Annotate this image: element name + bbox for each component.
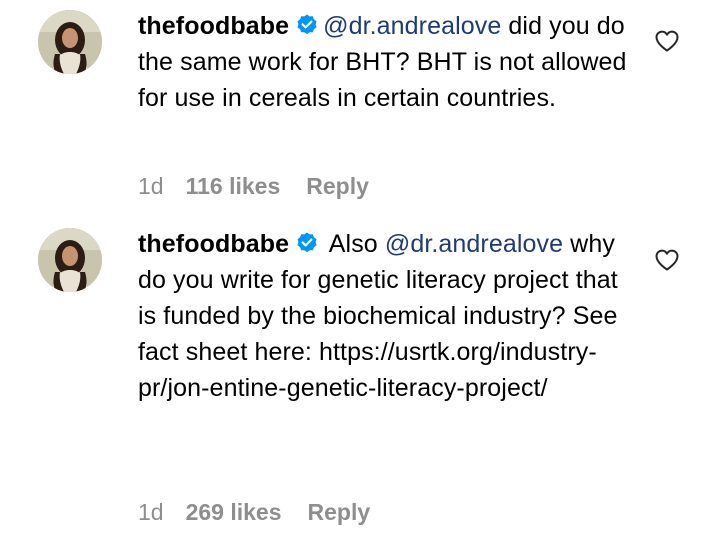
reply-button[interactable]: Reply: [308, 498, 371, 526]
avatar[interactable]: [38, 10, 102, 74]
likes-count[interactable]: 269 likes: [186, 498, 282, 526]
heart-outline-icon[interactable]: [654, 248, 680, 272]
comment-timestamp[interactable]: 1d: [138, 498, 164, 526]
verified-badge-icon: [295, 11, 319, 35]
mention-link[interactable]: @dr.andrealove: [385, 230, 563, 258]
mention-link[interactable]: @dr.andrealove: [323, 12, 501, 40]
username-link[interactable]: thefoodbabe: [138, 12, 289, 40]
avatar[interactable]: [38, 228, 102, 292]
comment-lead: Also: [323, 230, 385, 258]
username-link[interactable]: thefoodbabe: [138, 230, 289, 258]
comment-timestamp[interactable]: 1d: [138, 172, 164, 200]
comment-meta: 1d 116 likes Reply: [138, 172, 369, 200]
heart-outline-icon[interactable]: [654, 29, 680, 53]
reply-button[interactable]: Reply: [306, 172, 369, 200]
comment-text: thefoodbabe @dr.andrealove did you do th…: [138, 8, 638, 116]
comment-text: thefoodbabe Also @dr.andrealove why do y…: [138, 226, 638, 406]
verified-badge-icon: [295, 229, 319, 253]
comment-meta: 1d 269 likes Reply: [138, 498, 370, 526]
likes-count[interactable]: 116 likes: [186, 172, 281, 200]
